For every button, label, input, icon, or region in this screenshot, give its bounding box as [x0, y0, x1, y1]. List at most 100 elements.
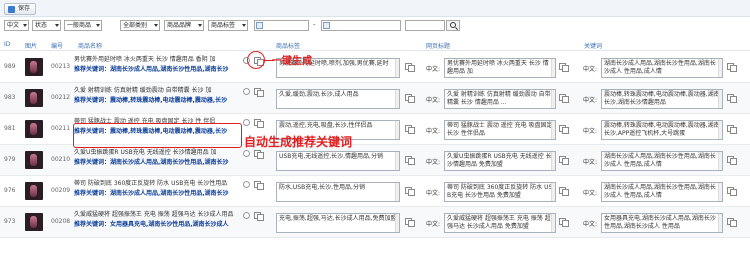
col-tags: 商品标签 — [276, 43, 301, 50]
keywords-textarea[interactable]: 女用器具充电,湖南长沙成人用品,湖南长沙性用品,湖南长沙成人 性用品 — [601, 213, 723, 233]
product-thumbnail[interactable] — [25, 120, 43, 138]
scrollbar[interactable] — [395, 152, 399, 170]
copy-icon[interactable] — [727, 125, 737, 134]
scrollbar[interactable] — [551, 59, 555, 77]
scrollbar[interactable] — [551, 152, 555, 170]
col-keywords: 关键词 — [584, 43, 603, 50]
copy-icon[interactable] — [559, 218, 569, 227]
tag-select[interactable]: 商品标签 — [208, 20, 248, 31]
title-lang-label: 中文: — [426, 159, 441, 166]
copy-icon[interactable] — [559, 187, 569, 196]
date-to-input[interactable] — [321, 20, 401, 31]
scrollbar[interactable] — [551, 90, 555, 108]
title-textarea[interactable]: 蒂司 猛豚战士 震动 遥控 充电 吸盘固定 长沙 性伴侣品 — [444, 120, 556, 140]
col-code[interactable]: 编号 — [51, 41, 63, 50]
product-thumbnail[interactable] — [25, 151, 43, 169]
row-id: 983 — [4, 94, 16, 101]
title-lang-label: 中文: — [426, 128, 441, 135]
tags-textarea[interactable]: 防水,USB充电,长沙,性用品,分销 — [276, 182, 400, 202]
scrollbar[interactable] — [718, 59, 722, 77]
product-name[interactable]: 久爱U虫振跳蛋R USB充电 无线遥控 长沙情趣用品 加 — [74, 148, 241, 157]
recommended-keywords[interactable]: 推荐关键词：湖南长沙成人用品,湖南长沙性用品,湖南长沙 — [74, 158, 241, 167]
copy-icon[interactable] — [559, 125, 569, 134]
copy-icon[interactable] — [254, 150, 264, 159]
calendar-icon — [323, 22, 330, 29]
edit-icon[interactable] — [243, 212, 250, 219]
copy-icon[interactable] — [254, 212, 264, 221]
scrollbar[interactable] — [395, 121, 399, 139]
product-name[interactable]: 男优賽外用延时喷 冰火两重天 长沙 情趣用品 香阴 加 — [74, 55, 241, 64]
copy-icon[interactable] — [559, 94, 569, 103]
copy-icon[interactable] — [727, 156, 737, 165]
date-from-input[interactable] — [254, 20, 309, 31]
title-textarea[interactable]: 蒂司 防破到底 360度正反旋转 防水 USB充电 长沙性用品 免费加盟 — [444, 182, 556, 202]
product-thumbnail[interactable] — [25, 182, 43, 200]
keywords-textarea[interactable]: 震动棒,转珠震动棒,电动震动棒,震动器,湖南长沙,湖南长沙情趣用品 — [601, 89, 723, 109]
scrollbar[interactable] — [551, 121, 555, 139]
product-thumbnail[interactable] — [25, 213, 43, 231]
category-select[interactable]: 全部类别 — [120, 20, 160, 31]
scrollbar[interactable] — [718, 121, 722, 139]
title-textarea[interactable]: 久爱威猛硬将 超强振荡王 充电 振荡 超强马达 长沙成人用品 免费加盟 — [444, 213, 556, 233]
scrollbar[interactable] — [718, 90, 722, 108]
tags-text: 防水,USB充电,长沙,性用品,分销 — [279, 184, 365, 191]
product-thumbnail[interactable] — [25, 58, 43, 76]
title-lang-label: 中文: — [426, 66, 441, 73]
edit-icon[interactable] — [243, 150, 250, 157]
scrollbar[interactable] — [551, 214, 555, 232]
copy-icon[interactable] — [405, 218, 415, 227]
copy-icon[interactable] — [405, 187, 415, 196]
recommended-keywords[interactable]: 推荐关键词：湖南长沙成人用品,湖南长沙性用品,湖南长沙 — [74, 189, 241, 198]
search-button[interactable] — [446, 20, 460, 31]
copy-icon[interactable] — [405, 125, 415, 134]
col-name[interactable]: 商品名称 — [78, 41, 102, 50]
product-thumbnail[interactable] — [25, 89, 43, 107]
copy-icon[interactable] — [254, 88, 264, 97]
scrollbar[interactable] — [395, 59, 399, 77]
scrollbar[interactable] — [718, 152, 722, 170]
search-input[interactable] — [405, 20, 445, 31]
language-select[interactable]: 中文 — [4, 20, 29, 31]
edit-icon[interactable] — [243, 181, 250, 188]
copy-icon[interactable] — [727, 187, 737, 196]
scrollbar[interactable] — [395, 183, 399, 201]
keywords-textarea[interactable]: 湖南长沙成人用品,湖南长沙性用品,湖南长沙成人 性用品,成人情 — [601, 151, 723, 171]
status-select[interactable]: 状态 — [32, 20, 61, 31]
copy-icon[interactable] — [727, 218, 737, 227]
product-name[interactable]: 蒂司 防破到底 360度正反旋转 防水 USB充电 长沙性用品 — [74, 179, 241, 188]
scrollbar[interactable] — [395, 214, 399, 232]
copy-icon[interactable] — [727, 94, 737, 103]
copy-icon[interactable] — [405, 156, 415, 165]
edit-icon[interactable] — [243, 119, 250, 126]
keywords-textarea[interactable]: 湖南长沙成人用品,湖南长沙性用品,湖南长沙成人 性用品,成人情 — [601, 58, 723, 78]
copy-icon[interactable] — [559, 63, 569, 72]
copy-icon[interactable] — [405, 94, 415, 103]
tags-textarea[interactable]: 久爱,缓劲,震动,长沙,成人用品 — [276, 89, 400, 109]
recommended-keywords[interactable]: 推荐关键词：震动棒,转珠震动棒,电动震动棒,震动器,长沙 — [74, 96, 241, 105]
scrollbar[interactable] — [395, 90, 399, 108]
col-id[interactable]: ID — [4, 41, 10, 48]
brand-select[interactable]: 商品品牌 — [164, 20, 204, 31]
recommended-keywords[interactable]: 推荐关键词：女用器具充电,湖南长沙性用品,湖南长沙成人 — [74, 220, 241, 229]
title-textarea[interactable]: 久爱 射精训练 仿真射精 缓劲震动 自带精囊 长沙 情趣用品 ... — [444, 89, 556, 109]
product-type-select[interactable]: 一般商品 — [64, 20, 102, 31]
scrollbar[interactable] — [718, 214, 722, 232]
copy-icon[interactable] — [405, 63, 415, 72]
edit-icon[interactable] — [243, 88, 250, 95]
copy-icon[interactable] — [727, 63, 737, 72]
keywords-textarea[interactable]: 震动棒,转珠震动棒,电动震动棒,震动器,湖南长沙,APP遥控飞机杯,大号跳蛋 — [601, 120, 723, 140]
tags-textarea[interactable]: 充电,振荡,超强,马达,长沙成人用品,免费加盟 — [276, 213, 400, 233]
tags-textarea[interactable]: USB充电,无线遥控,长沙,情趣用品,分销 — [276, 151, 400, 171]
copy-icon[interactable] — [254, 119, 264, 128]
title-textarea[interactable]: 男优賽外用延时喷 冰火两重天 长沙 情趣用品 加 — [444, 58, 556, 78]
product-name[interactable]: 久爱 射精训练 仿真射精 缓劲震动 自带精囊 长沙 加 — [74, 86, 241, 95]
scrollbar[interactable] — [718, 183, 722, 201]
scrollbar[interactable] — [551, 183, 555, 201]
copy-icon[interactable] — [559, 156, 569, 165]
recommended-keywords[interactable]: 推荐关键词：湖南长沙成人用品,湖南长沙性用品,湖南长沙 — [74, 65, 241, 74]
product-name[interactable]: 久爱威猛硬将 超强振荡王 充电 振荡 超强马达 长沙成人用品 — [74, 210, 241, 219]
keywords-textarea[interactable]: 湖南长沙成人用品,湖南长沙性用品,湖南长沙成人 性用品,成人情 — [601, 182, 723, 202]
copy-icon[interactable] — [254, 181, 264, 190]
title-textarea[interactable]: 久爱U虫振跳蛋R USB充电 无线遥控 长沙情趣用品 免费加盟 — [444, 151, 556, 171]
save-button[interactable]: 保存 — [4, 3, 37, 15]
